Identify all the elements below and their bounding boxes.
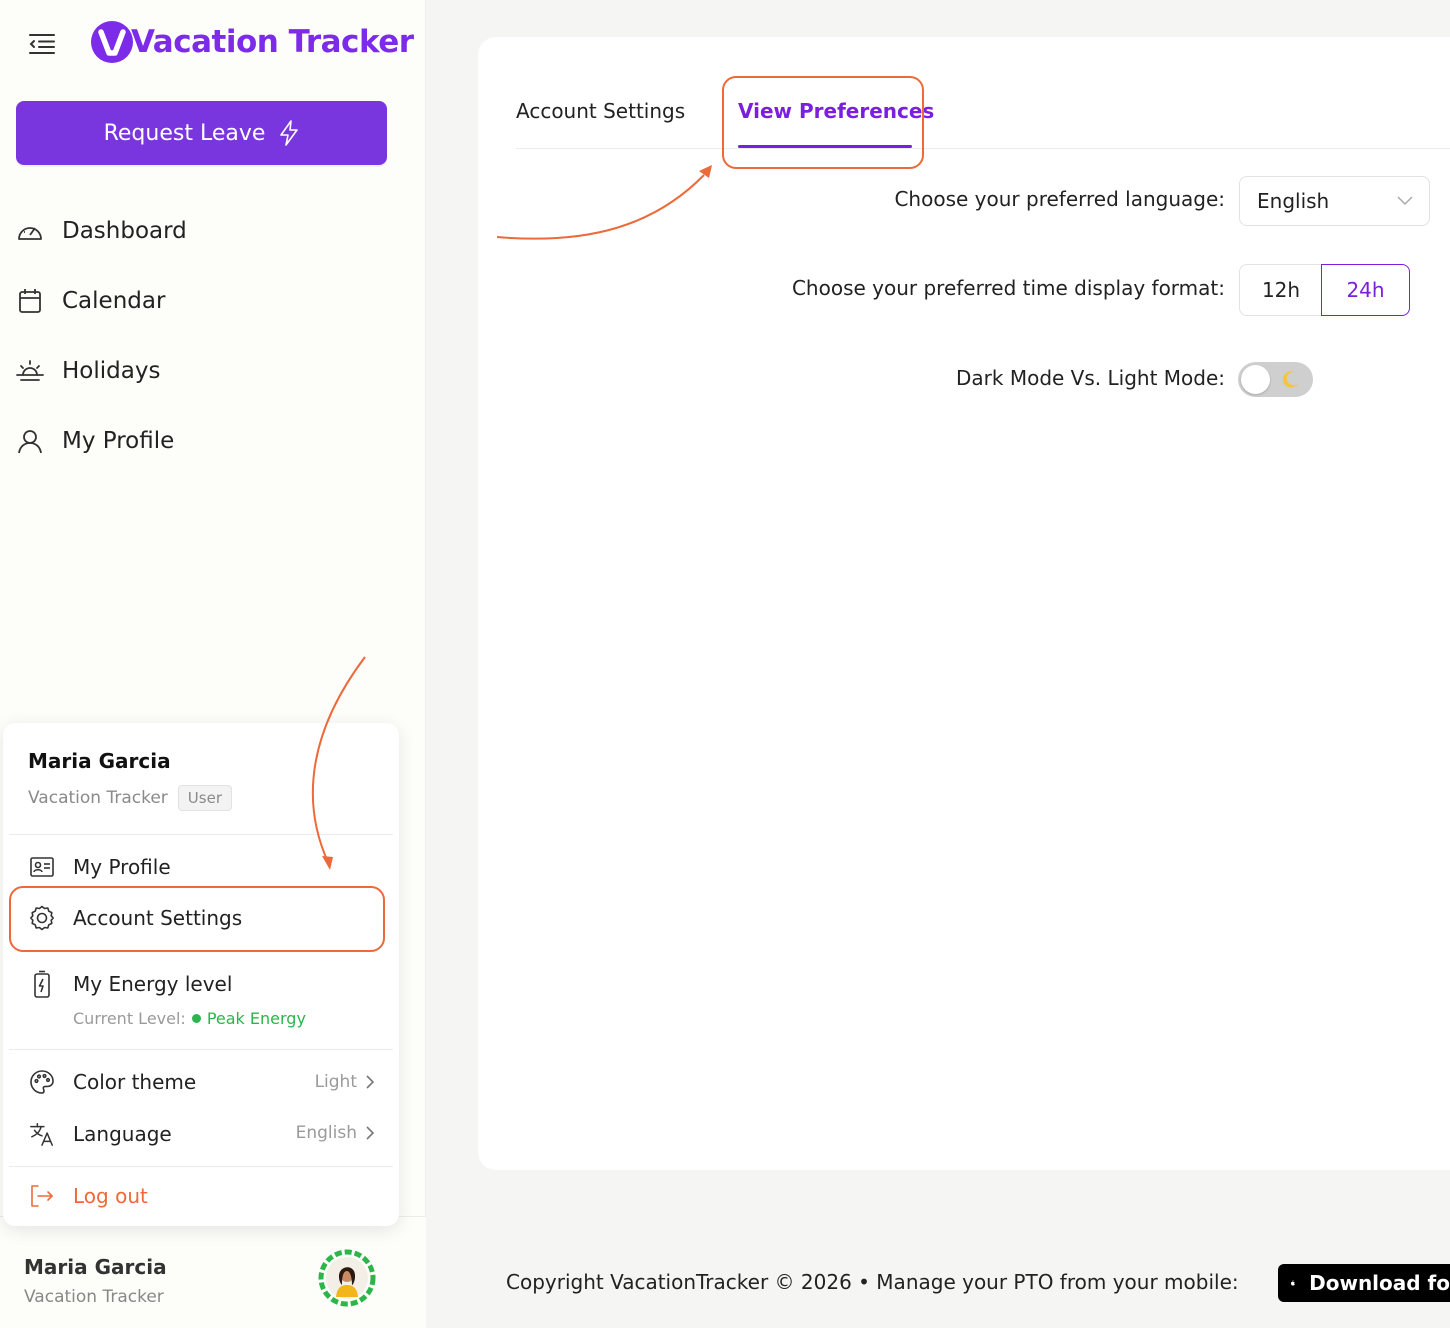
apple-icon xyxy=(1290,1280,1295,1286)
menu-item-my-profile[interactable]: My Profile xyxy=(29,854,171,880)
menu-item-label: My Profile xyxy=(73,855,171,879)
color-theme-current: Light xyxy=(314,1072,357,1092)
annotation-highlight-view-preferences xyxy=(722,76,924,169)
user-name: Maria Garcia xyxy=(24,1255,167,1279)
nav-label: Holidays xyxy=(62,358,161,384)
nav-label: Calendar xyxy=(62,288,166,314)
language-current: English xyxy=(295,1123,357,1143)
menu-item-energy-level[interactable]: My Energy level xyxy=(29,970,233,998)
request-leave-label: Request Leave xyxy=(103,120,266,146)
energy-current-label: Current Level: xyxy=(73,1009,186,1028)
menu-item-label: Language xyxy=(73,1122,172,1146)
moon-icon xyxy=(1282,371,1298,388)
request-leave-button[interactable]: Request Leave xyxy=(16,101,387,165)
id-card-icon xyxy=(29,854,55,880)
download-app-store-button[interactable]: Download fo xyxy=(1278,1264,1450,1302)
calendar-icon xyxy=(16,287,44,315)
app-title: Vacation Tracker xyxy=(131,24,414,60)
toggle-knob xyxy=(1241,365,1270,394)
nav-item-holidays[interactable]: Holidays xyxy=(16,336,396,406)
collapse-menu-icon[interactable] xyxy=(28,30,56,58)
divider xyxy=(9,834,393,835)
copyright-text: Copyright VacationTracker © 2026 • Manag… xyxy=(506,1270,1239,1294)
translate-icon xyxy=(29,1121,55,1147)
chevron-right-icon xyxy=(366,1126,375,1140)
language-select[interactable]: English xyxy=(1239,176,1430,226)
popup-user-org: Vacation Tracker User xyxy=(28,785,232,811)
dashboard-gauge-icon xyxy=(16,217,44,245)
popup-user-name: Maria Garcia xyxy=(28,749,171,773)
nav-item-calendar[interactable]: Calendar xyxy=(16,266,396,336)
time-format-12h-option[interactable]: 12h xyxy=(1239,264,1322,316)
chevron-down-icon xyxy=(1397,196,1413,206)
nav-item-dashboard[interactable]: Dashboard xyxy=(16,196,396,266)
color-theme-value[interactable]: Light xyxy=(315,1072,375,1092)
energy-current-level: Current Level: Peak Energy xyxy=(73,1009,306,1028)
user-organization: Vacation Tracker xyxy=(24,1287,164,1307)
dark-mode-toggle[interactable] xyxy=(1238,362,1313,397)
divider xyxy=(9,1166,393,1167)
nav-label: My Profile xyxy=(62,428,175,454)
logout-icon xyxy=(29,1183,55,1209)
menu-item-label: Color theme xyxy=(73,1070,197,1094)
annotation-highlight-account-settings xyxy=(9,886,385,952)
battery-icon xyxy=(29,970,55,998)
main-nav: Dashboard Calendar Holidays My Profile xyxy=(16,196,396,476)
user-menu-popup: Maria Garcia Vacation Tracker User My Pr… xyxy=(3,723,399,1226)
menu-item-label: Log out xyxy=(73,1184,148,1208)
app-logo[interactable]: Vacation Tracker xyxy=(90,18,414,66)
menu-item-label: My Energy level xyxy=(73,972,233,996)
chevron-right-icon xyxy=(366,1075,375,1089)
popup-org-label: Vacation Tracker xyxy=(28,788,168,808)
current-user-footer[interactable]: Maria Garcia Vacation Tracker xyxy=(0,1216,426,1328)
palette-icon xyxy=(29,1069,55,1095)
dark-mode-label: Dark Mode Vs. Light Mode: xyxy=(956,366,1225,390)
nav-label: Dashboard xyxy=(62,218,187,244)
energy-status-dot xyxy=(191,1014,201,1023)
user-icon xyxy=(16,427,44,455)
lightning-icon xyxy=(280,120,299,146)
menu-item-language[interactable]: Language xyxy=(29,1121,172,1147)
sunrise-icon xyxy=(16,357,44,385)
menu-item-logout[interactable]: Log out xyxy=(29,1183,148,1209)
language-pref-label: Choose your preferred language: xyxy=(894,187,1225,211)
divider xyxy=(9,1049,393,1050)
time-format-label: Choose your preferred time display forma… xyxy=(791,276,1225,300)
download-label: Download fo xyxy=(1309,1271,1450,1295)
nav-item-my-profile[interactable]: My Profile xyxy=(16,406,396,476)
language-value[interactable]: English xyxy=(296,1123,375,1143)
settings-tabs: Account Settings View Preferences xyxy=(516,91,1450,149)
logo-mark-icon xyxy=(91,21,133,63)
tab-account-settings[interactable]: Account Settings xyxy=(516,99,685,123)
role-badge: User xyxy=(177,785,232,811)
time-format-24h-option[interactable]: 24h xyxy=(1321,264,1410,316)
avatar[interactable] xyxy=(318,1249,376,1307)
energy-current-value: Peak Energy xyxy=(206,1009,306,1028)
language-select-value: English xyxy=(1257,189,1330,213)
